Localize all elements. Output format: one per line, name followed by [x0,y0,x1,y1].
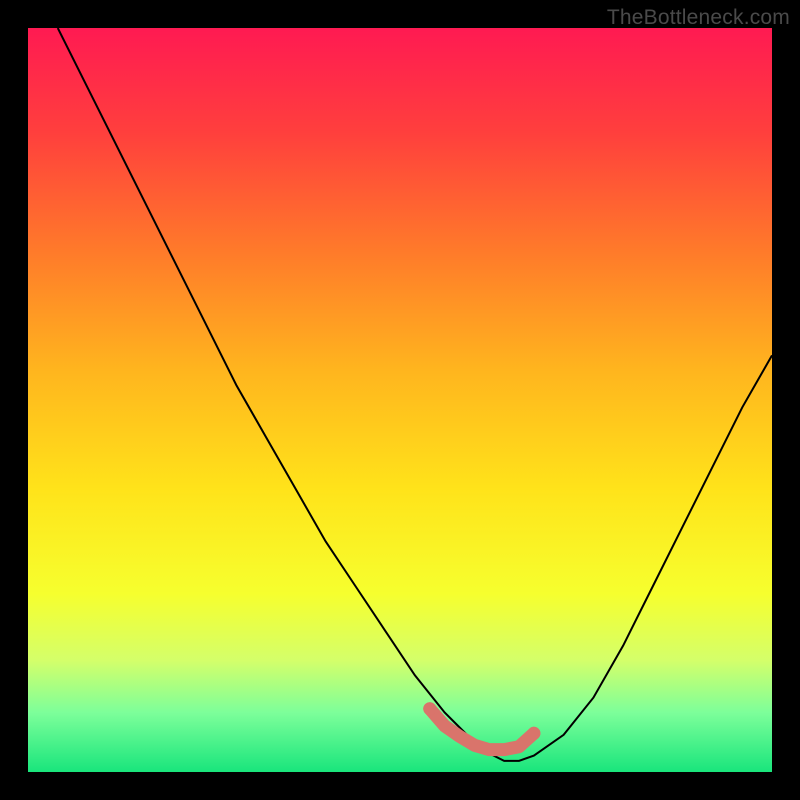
watermark-text: TheBottleneck.com [607,6,790,30]
bottleneck-chart [28,28,772,772]
chart-frame [28,28,772,772]
optimal-zone-start-dot [423,702,436,715]
gradient-background [28,28,772,772]
optimal-zone-end-dot [527,727,540,740]
